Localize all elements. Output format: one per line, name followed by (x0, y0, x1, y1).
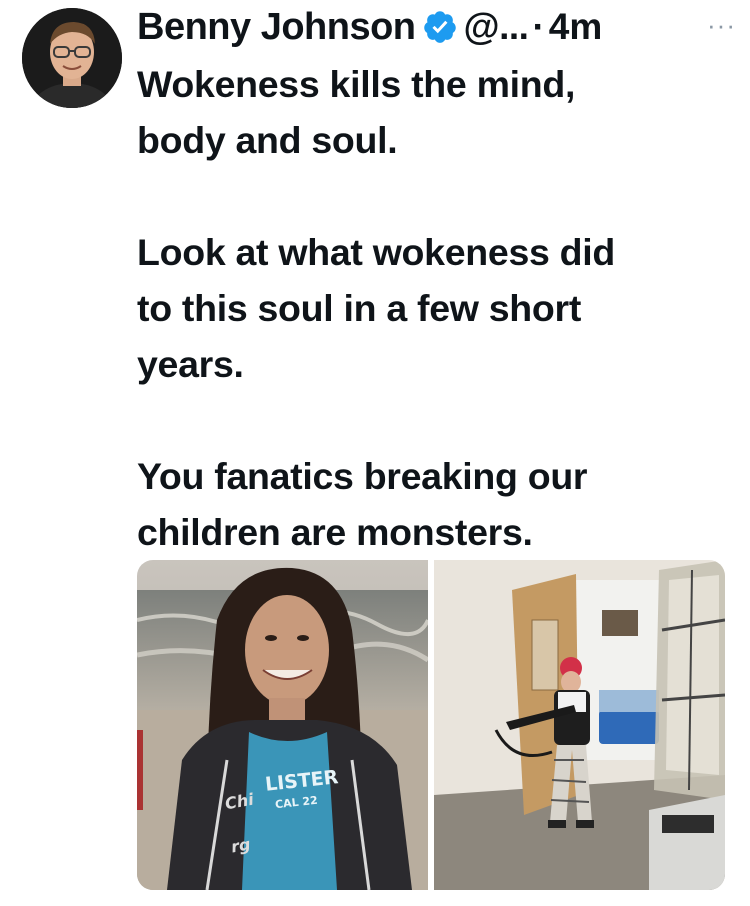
tweet-header: Benny Johnson @... · 4m (137, 4, 602, 50)
tweet-line: years. (137, 343, 244, 385)
author-avatar[interactable] (22, 8, 122, 108)
tweet-text: Wokeness kills the mind, body and soul. … (137, 56, 727, 560)
verified-badge-icon (422, 9, 458, 45)
author-name[interactable]: Benny Johnson (137, 6, 416, 49)
media-photo-right[interactable] (434, 560, 725, 890)
tweet-line: You fanatics breaking our (137, 455, 588, 497)
media-photo-left[interactable]: LISTER CAL 22 Chi rg (137, 560, 428, 890)
tweet-line: body and soul. (137, 119, 398, 161)
tweet-timestamp[interactable]: 4m (549, 6, 602, 48)
more-options-icon[interactable]: ··· (707, 10, 736, 41)
author-handle[interactable]: @... (464, 6, 529, 48)
tweet-line: Look at what wokeness did (137, 231, 616, 273)
tweet-line: Wokeness kills the mind, (137, 63, 576, 105)
jacket-text: rg (229, 834, 252, 857)
tweet-line: to this soul in a few short (137, 287, 582, 329)
tweet-media: LISTER CAL 22 Chi rg (137, 560, 725, 890)
tweet-line: children are monsters. (137, 511, 533, 553)
separator-dot: · (532, 6, 545, 47)
